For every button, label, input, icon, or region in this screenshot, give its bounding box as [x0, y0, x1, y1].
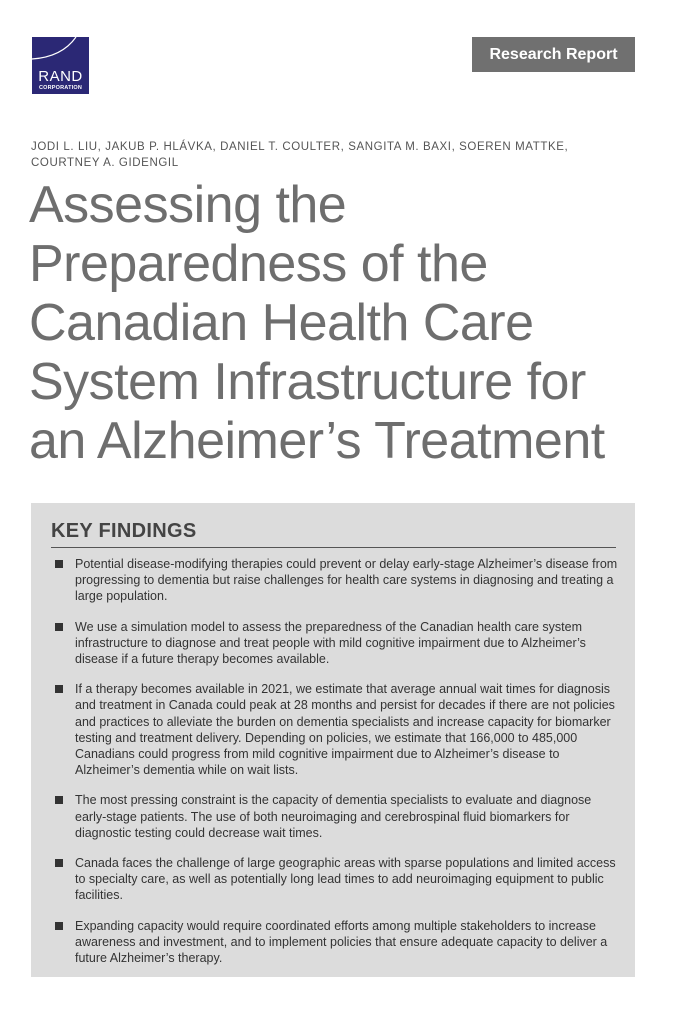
square-bullet-icon	[55, 796, 63, 805]
rand-logo: RAND CORPORATION	[32, 37, 89, 94]
finding-text: We use a simulation model to assess the …	[75, 619, 586, 667]
logo-subtitle: CORPORATION	[38, 85, 83, 91]
finding-item: Potential disease-modifying therapies co…	[55, 556, 621, 605]
finding-item: Canada faces the challenge of large geog…	[55, 855, 621, 904]
finding-text: If a therapy becomes available in 2021, …	[75, 682, 615, 778]
title-line: Canadian Health Care	[29, 294, 534, 352]
authors-line: COURTNEY A. GIDENGIL	[31, 157, 179, 169]
finding-item: We use a simulation model to assess the …	[55, 619, 621, 668]
title-line: Preparedness of the	[29, 235, 488, 293]
title-line: System Infrastructure for	[29, 353, 586, 411]
square-bullet-icon	[55, 560, 63, 568]
key-findings-box: KEY FINDINGS Potential disease-modifying…	[31, 503, 635, 977]
finding-text: Expanding capacity would require coordin…	[75, 918, 608, 966]
title-line: Assessing the	[29, 176, 347, 234]
square-bullet-icon	[55, 921, 63, 930]
authors: JODI L. LIU, JAKUB P. HLÁVKA, DANIEL T. …	[31, 139, 631, 171]
finding-text: Potential disease-modifying therapies co…	[75, 557, 618, 604]
finding-text: The most pressing constraint is the capa…	[75, 793, 592, 840]
report-type-badge: Research Report	[472, 37, 635, 72]
square-bullet-icon	[55, 859, 63, 868]
report-title: Assessing the Preparedness of the Canadi…	[29, 176, 649, 471]
finding-text: Canada faces the challenge of large geog…	[75, 856, 616, 903]
finding-item: If a therapy becomes available in 2021, …	[55, 681, 621, 778]
square-bullet-icon	[55, 685, 63, 694]
key-findings-heading: KEY FINDINGS	[51, 520, 616, 548]
key-findings-list: Potential disease-modifying therapies co…	[55, 556, 621, 980]
logo-name: RAND	[38, 68, 83, 85]
square-bullet-icon	[55, 622, 63, 631]
authors-line: JODI L. LIU, JAKUB P. HLÁVKA, DANIEL T. …	[31, 141, 569, 153]
title-line: an Alzheimer’s Treatment	[29, 412, 605, 470]
finding-item: Expanding capacity would require coordin…	[55, 918, 621, 967]
finding-item: The most pressing constraint is the capa…	[55, 792, 621, 841]
